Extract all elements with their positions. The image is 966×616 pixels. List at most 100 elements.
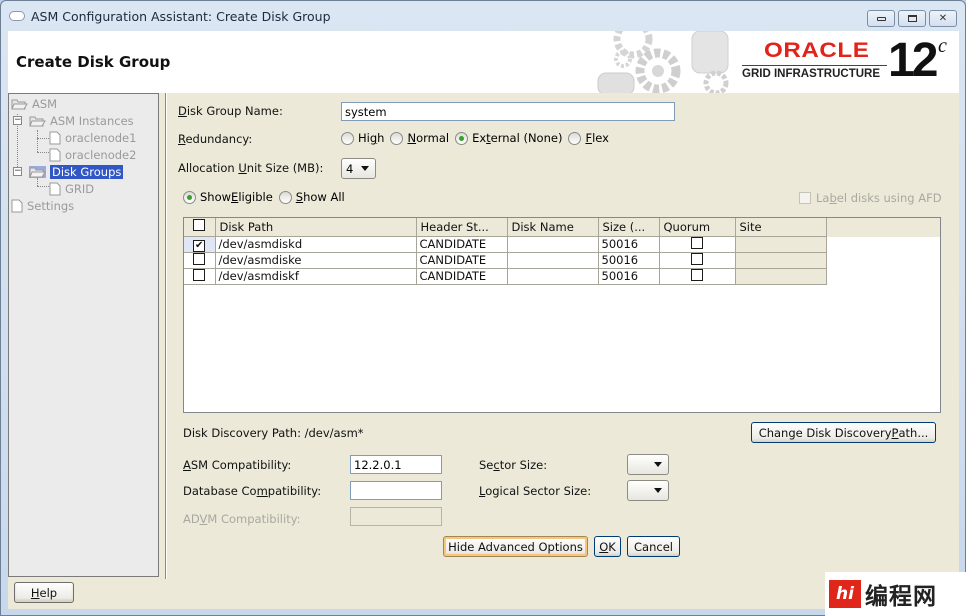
site-cell xyxy=(735,236,827,253)
tree-item-oraclenode2[interactable]: oraclenode2 xyxy=(49,146,136,163)
row-select-checkbox[interactable] xyxy=(184,252,216,269)
tree-item-grid[interactable]: GRID xyxy=(49,180,94,197)
tree-item-settings[interactable]: Settings xyxy=(11,197,74,214)
disk-discovery-path-label: Disk Discovery Path: /dev/asm* xyxy=(183,426,364,440)
help-button[interactable]: Help xyxy=(14,582,74,603)
radio-icon xyxy=(390,131,404,145)
column-header-disk-name[interactable]: Disk Name xyxy=(507,218,599,237)
product-name: GRID INFRASTRUCTURE xyxy=(742,68,880,80)
checkbox-icon xyxy=(193,252,206,265)
column-header-disk-path[interactable]: Disk Path xyxy=(215,218,417,237)
table-row[interactable]: ✔ /dev/asmdiskd CANDIDATE 50016 xyxy=(184,236,827,253)
disk-group-name-input[interactable] xyxy=(341,102,675,121)
cancel-button[interactable]: Cancel xyxy=(627,536,680,557)
advm-compatibility-label: ADVM Compatibility: xyxy=(183,512,301,526)
tree-item-asm[interactable]: ASM xyxy=(11,95,57,112)
site-cell xyxy=(735,268,827,285)
advm-compatibility-input[interactable] xyxy=(350,507,442,526)
redundancy-high-radio[interactable]: Hi g h xyxy=(341,131,384,145)
column-header-quorum[interactable]: Quorum xyxy=(659,218,736,237)
disk-name-cell[interactable] xyxy=(507,236,599,253)
tree-line xyxy=(37,186,49,187)
checkbox-icon xyxy=(193,219,206,232)
table-row[interactable]: /dev/asmdiskf CANDIDATE 50016 xyxy=(184,268,827,285)
version-suffix: c xyxy=(938,35,947,57)
redundancy-external-radio[interactable]: Ex t ernal (None) xyxy=(455,131,562,145)
redundancy-label: Redundancy: xyxy=(178,132,253,146)
watermark-logo-icon: hi xyxy=(829,580,861,608)
allocation-unit-label: Allocation Unit Size (MB): xyxy=(178,161,324,175)
minimize-button[interactable] xyxy=(867,10,895,27)
row-select-checkbox[interactable] xyxy=(184,268,216,285)
asm-compatibility-input[interactable] xyxy=(350,455,442,474)
checkbox-icon xyxy=(799,192,811,204)
folder-open-icon xyxy=(29,165,46,178)
radio-icon xyxy=(341,131,354,145)
disk-path-cell: /dev/asmdiskd xyxy=(215,236,417,253)
close-icon: ✕ xyxy=(938,13,948,24)
document-icon xyxy=(49,131,61,145)
page-title: Create Disk Group xyxy=(16,53,171,71)
show-all-radio[interactable]: Show All xyxy=(278,190,345,204)
ok-button[interactable]: OK xyxy=(594,536,621,557)
column-header-size[interactable]: Size (... xyxy=(598,218,660,237)
gears-illustration-icon xyxy=(597,31,729,93)
tree-item-disk-groups[interactable]: Disk Groups xyxy=(29,163,124,180)
folder-open-icon xyxy=(11,98,28,110)
title-bar[interactable]: ASM Configuration Assistant: Create Disk… xyxy=(1,1,965,31)
close-button[interactable]: ✕ xyxy=(929,10,957,27)
table-header-filler xyxy=(826,218,940,237)
logical-sector-size-select[interactable] xyxy=(627,480,669,501)
quorum-checkbox[interactable] xyxy=(659,252,736,269)
folder-open-icon xyxy=(29,115,46,127)
collapse-toggle[interactable]: − xyxy=(13,167,22,176)
window-title: ASM Configuration Assistant: Create Disk… xyxy=(31,8,331,24)
checkbox-icon xyxy=(691,236,703,249)
radio-icon xyxy=(568,131,582,145)
size-cell: 50016 xyxy=(598,236,660,253)
disk-discovery-path-value: /dev/asm* xyxy=(304,426,364,440)
hide-advanced-options-button[interactable]: Hide Advanced Options xyxy=(443,536,588,557)
watermark-text: 编程网 xyxy=(865,584,937,610)
sector-size-select[interactable] xyxy=(627,454,669,475)
disk-name-cell[interactable] xyxy=(507,252,599,269)
column-header-site[interactable]: Site xyxy=(735,218,827,237)
disk-path-cell: /dev/asmdiskf xyxy=(215,268,417,285)
collapse-toggle[interactable]: − xyxy=(13,116,22,125)
maximize-icon xyxy=(907,15,917,22)
header-status-cell: CANDIDATE xyxy=(416,268,508,285)
select-all-header[interactable] xyxy=(184,218,216,237)
watermark-overlay: hi 编程网 xyxy=(825,572,966,616)
tree-item-oraclenode1[interactable]: oraclenode1 xyxy=(49,129,136,146)
column-header-header-status[interactable]: Header St... xyxy=(416,218,508,237)
document-icon xyxy=(49,182,61,196)
header-banner: Create Disk Group ORACLE GRID INFRASTRUC… xyxy=(8,31,959,93)
database-compatibility-input[interactable] xyxy=(350,481,442,500)
size-cell: 50016 xyxy=(598,268,660,285)
quorum-checkbox[interactable] xyxy=(659,268,736,285)
disk-path-cell: /dev/asmdiske xyxy=(215,252,417,269)
dialog-client: Create Disk Group ORACLE GRID INFRASTRUC… xyxy=(8,31,959,609)
radio-icon xyxy=(278,190,292,204)
quorum-checkbox[interactable] xyxy=(659,236,736,253)
tree-line xyxy=(37,152,49,153)
disk-name-cell[interactable] xyxy=(507,268,599,285)
document-icon xyxy=(11,199,23,213)
version-number: 12 xyxy=(888,34,938,87)
oracle-brand-logo: ORACLE GRID INFRASTRUCTURE 12 c xyxy=(742,34,952,87)
maximize-button[interactable] xyxy=(898,10,926,27)
allocation-unit-select[interactable]: 4 xyxy=(341,158,376,179)
show-eligible-radio[interactable]: Show Eligible xyxy=(183,190,273,204)
redundancy-normal-radio[interactable]: Normal xyxy=(390,131,449,145)
redundancy-flex-radio[interactable]: Flex xyxy=(568,131,609,145)
change-disk-discovery-path-button[interactable]: Change Disk Discovery Path... xyxy=(751,422,936,443)
app-icon xyxy=(9,11,25,21)
label-disks-afd-checkbox[interactable]: La b el disks using AFD xyxy=(799,191,942,205)
dropdown-arrow-icon xyxy=(654,488,662,493)
logical-sector-size-label: Logical Sector Size: xyxy=(479,484,592,498)
table-row[interactable]: /dev/asmdiske CANDIDATE 50016 xyxy=(184,252,827,269)
row-select-checkbox[interactable]: ✔ xyxy=(184,236,216,253)
checkbox-icon xyxy=(691,252,703,265)
tree-item-asm-instances[interactable]: ASM Instances xyxy=(29,112,134,129)
radio-selected-icon xyxy=(183,190,196,204)
